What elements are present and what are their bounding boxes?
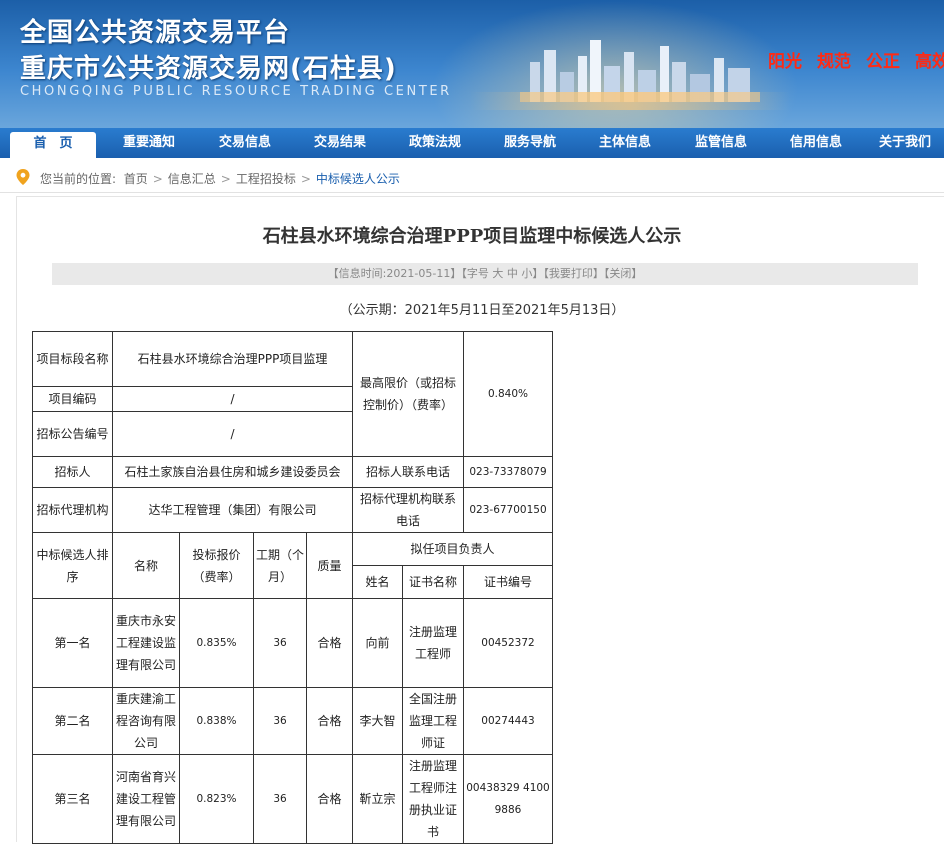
- font-small-link[interactable]: 小: [521, 267, 532, 280]
- slogan-4: 高效: [915, 52, 944, 72]
- breadcrumb-current[interactable]: 中标候选人公示: [316, 172, 400, 186]
- table-row: 第二名 重庆建渝工程咨询有限公司 0.838% 36 合格 李大智 全国注册监理…: [32, 687, 553, 755]
- candidate-cert-no: 00438329 41009886: [463, 754, 553, 844]
- col-header-cert-no: 证书编号: [463, 565, 553, 599]
- candidate-quality: 合格: [306, 754, 353, 844]
- col-header-duration: 工期（个月）: [253, 532, 307, 599]
- breadcrumb-separator: >: [152, 172, 163, 186]
- nav-trade-info[interactable]: 交易信息: [200, 128, 290, 158]
- col-header-name: 名称: [112, 532, 180, 599]
- candidate-name: 重庆市永安工程建设监理有限公司: [112, 598, 180, 688]
- candidate-rank: 第三名: [32, 754, 113, 844]
- agency-value: 达华工程管理（集团）有限公司: [112, 487, 353, 533]
- slogan-group: 阳光 规范 公正 高效: [768, 47, 944, 72]
- candidate-cert: 全国注册监理工程师证: [402, 687, 464, 755]
- col-header-quality: 质量: [306, 532, 353, 599]
- col-header-pm-name: 姓名: [352, 565, 403, 599]
- nav-notices[interactable]: 重要通知: [104, 128, 194, 158]
- candidate-quality: 合格: [306, 687, 353, 755]
- slogan-3: 公正: [866, 52, 900, 72]
- max-price-value: 0.840%: [463, 331, 553, 457]
- nav-credit[interactable]: 信用信息: [771, 128, 861, 158]
- candidate-pm: 靳立宗: [352, 754, 403, 844]
- breadcrumb-separator: >: [300, 172, 311, 186]
- breadcrumb-prefix: 您当前的位置:: [40, 172, 117, 186]
- project-name-label: 项目标段名称: [32, 331, 113, 387]
- col-header-pm-group: 拟任项目负责人: [352, 532, 553, 566]
- notice-no-label: 招标公告编号: [32, 411, 113, 457]
- close-link[interactable]: 【关闭】: [604, 267, 643, 280]
- nav-service-guide[interactable]: 服务导航: [485, 128, 575, 158]
- table-row: 第一名 重庆市永安工程建设监理有限公司 0.835% 36 合格 向前 注册监理…: [32, 598, 553, 688]
- notice-no-value: /: [112, 411, 353, 457]
- candidate-bid: 0.838%: [179, 687, 254, 755]
- nav-home[interactable]: 首 页: [10, 132, 96, 158]
- breadcrumb-separator: >: [220, 172, 231, 186]
- candidate-duration: 36: [253, 598, 307, 688]
- info-time-label: 【信息时间:: [327, 267, 387, 280]
- agency-label: 招标代理机构: [32, 487, 113, 533]
- candidate-bid: 0.835%: [179, 598, 254, 688]
- tenderer-phone-label: 招标人联系电话: [352, 456, 464, 488]
- font-large-link[interactable]: 大: [492, 267, 503, 280]
- info-close-bracket: 】: [450, 267, 462, 280]
- candidate-pm: 李大智: [352, 687, 403, 755]
- breadcrumb-home[interactable]: 首页: [124, 172, 148, 186]
- candidate-bid: 0.823%: [179, 754, 254, 844]
- publicity-period: （公示期：2021年5月11日至2021年5月13日）: [339, 303, 625, 318]
- candidate-rank: 第一名: [32, 598, 113, 688]
- site-title-line1: 全国公共资源交易平台: [20, 18, 291, 48]
- banner-water-reflection: [470, 92, 790, 110]
- font-size-label: 【字号: [461, 267, 489, 280]
- breadcrumb: 您当前的位置: 首页 > 信息汇总 > 工程招投标 > 中标候选人公示: [0, 160, 944, 193]
- site-title-line2: 重庆市公共资源交易网(石柱县): [20, 54, 397, 84]
- nav-entity-info[interactable]: 主体信息: [580, 128, 670, 158]
- slogan-1: 阳光: [768, 52, 802, 72]
- print-link[interactable]: 【我要打印】: [543, 267, 604, 280]
- agency-phone-value: 023-67700150: [463, 487, 553, 533]
- font-close-bracket: 】: [532, 267, 544, 280]
- candidate-table: 项目标段名称 石柱县水环境综合治理PPP项目监理 最高限价（或招标控制价）（费率…: [32, 331, 553, 844]
- candidate-cert-no: 00452372: [463, 598, 553, 688]
- header-banner: 全国公共资源交易平台 重庆市公共资源交易网(石柱县) CHONGQING PUB…: [0, 0, 944, 128]
- nav-trade-results[interactable]: 交易结果: [295, 128, 385, 158]
- project-name-value: 石柱县水环境综合治理PPP项目监理: [112, 331, 353, 387]
- site-subtitle-en: CHONGQING PUBLIC RESOURCE TRADING CENTER: [20, 84, 452, 99]
- col-header-bid-price: 投标报价（费率）: [179, 532, 254, 599]
- article-title: 石柱县水环境综合治理PPP项目监理中标候选人公示: [262, 226, 682, 247]
- nav-supervision[interactable]: 监管信息: [676, 128, 766, 158]
- location-pin-icon: [16, 169, 30, 185]
- max-price-label: 最高限价（或招标控制价）（费率）: [352, 331, 464, 457]
- breadcrumb-engineering-bidding[interactable]: 工程招投标: [236, 172, 296, 186]
- candidate-rank: 第二名: [32, 687, 113, 755]
- candidate-cert-no: 00274443: [463, 687, 553, 755]
- agency-phone-label: 招标代理机构联系电话: [352, 487, 464, 533]
- candidate-cert: 注册监理工程师: [402, 598, 464, 688]
- main-nav: 首 页 重要通知 交易信息 交易结果 政策法规 服务导航 主体信息 监管信息 信…: [0, 128, 944, 158]
- font-medium-link[interactable]: 中: [507, 267, 518, 280]
- candidate-name: 河南省育兴建设工程管理有限公司: [112, 754, 180, 844]
- nav-policies[interactable]: 政策法规: [390, 128, 480, 158]
- info-date: 2021-05-11: [386, 267, 451, 280]
- candidate-name: 重庆建渝工程咨询有限公司: [112, 687, 180, 755]
- article-info-bar: 【信息时间:2021-05-11】【字号 大 中 小】【我要打印】【关闭】: [52, 263, 918, 285]
- tenderer-label: 招标人: [32, 456, 113, 488]
- candidate-duration: 36: [253, 687, 307, 755]
- candidate-quality: 合格: [306, 598, 353, 688]
- project-code-label: 项目编码: [32, 386, 113, 412]
- city-skyline-image: [520, 40, 760, 102]
- tenderer-phone-value: 023-73378079: [463, 456, 553, 488]
- col-header-cert-name: 证书名称: [402, 565, 464, 599]
- candidate-duration: 36: [253, 754, 307, 844]
- table-row: 第三名 河南省育兴建设工程管理有限公司 0.823% 36 合格 靳立宗 注册监…: [32, 754, 553, 844]
- project-code-value: /: [112, 386, 353, 412]
- candidate-cert: 注册监理工程师注册执业证书: [402, 754, 464, 844]
- breadcrumb-info-summary[interactable]: 信息汇总: [168, 172, 216, 186]
- slogan-2: 规范: [817, 52, 851, 72]
- nav-about[interactable]: 关于我们: [866, 128, 944, 158]
- tenderer-value: 石柱土家族自治县住房和城乡建设委员会: [112, 456, 353, 488]
- candidate-pm: 向前: [352, 598, 403, 688]
- col-header-rank: 中标候选人排序: [32, 532, 113, 599]
